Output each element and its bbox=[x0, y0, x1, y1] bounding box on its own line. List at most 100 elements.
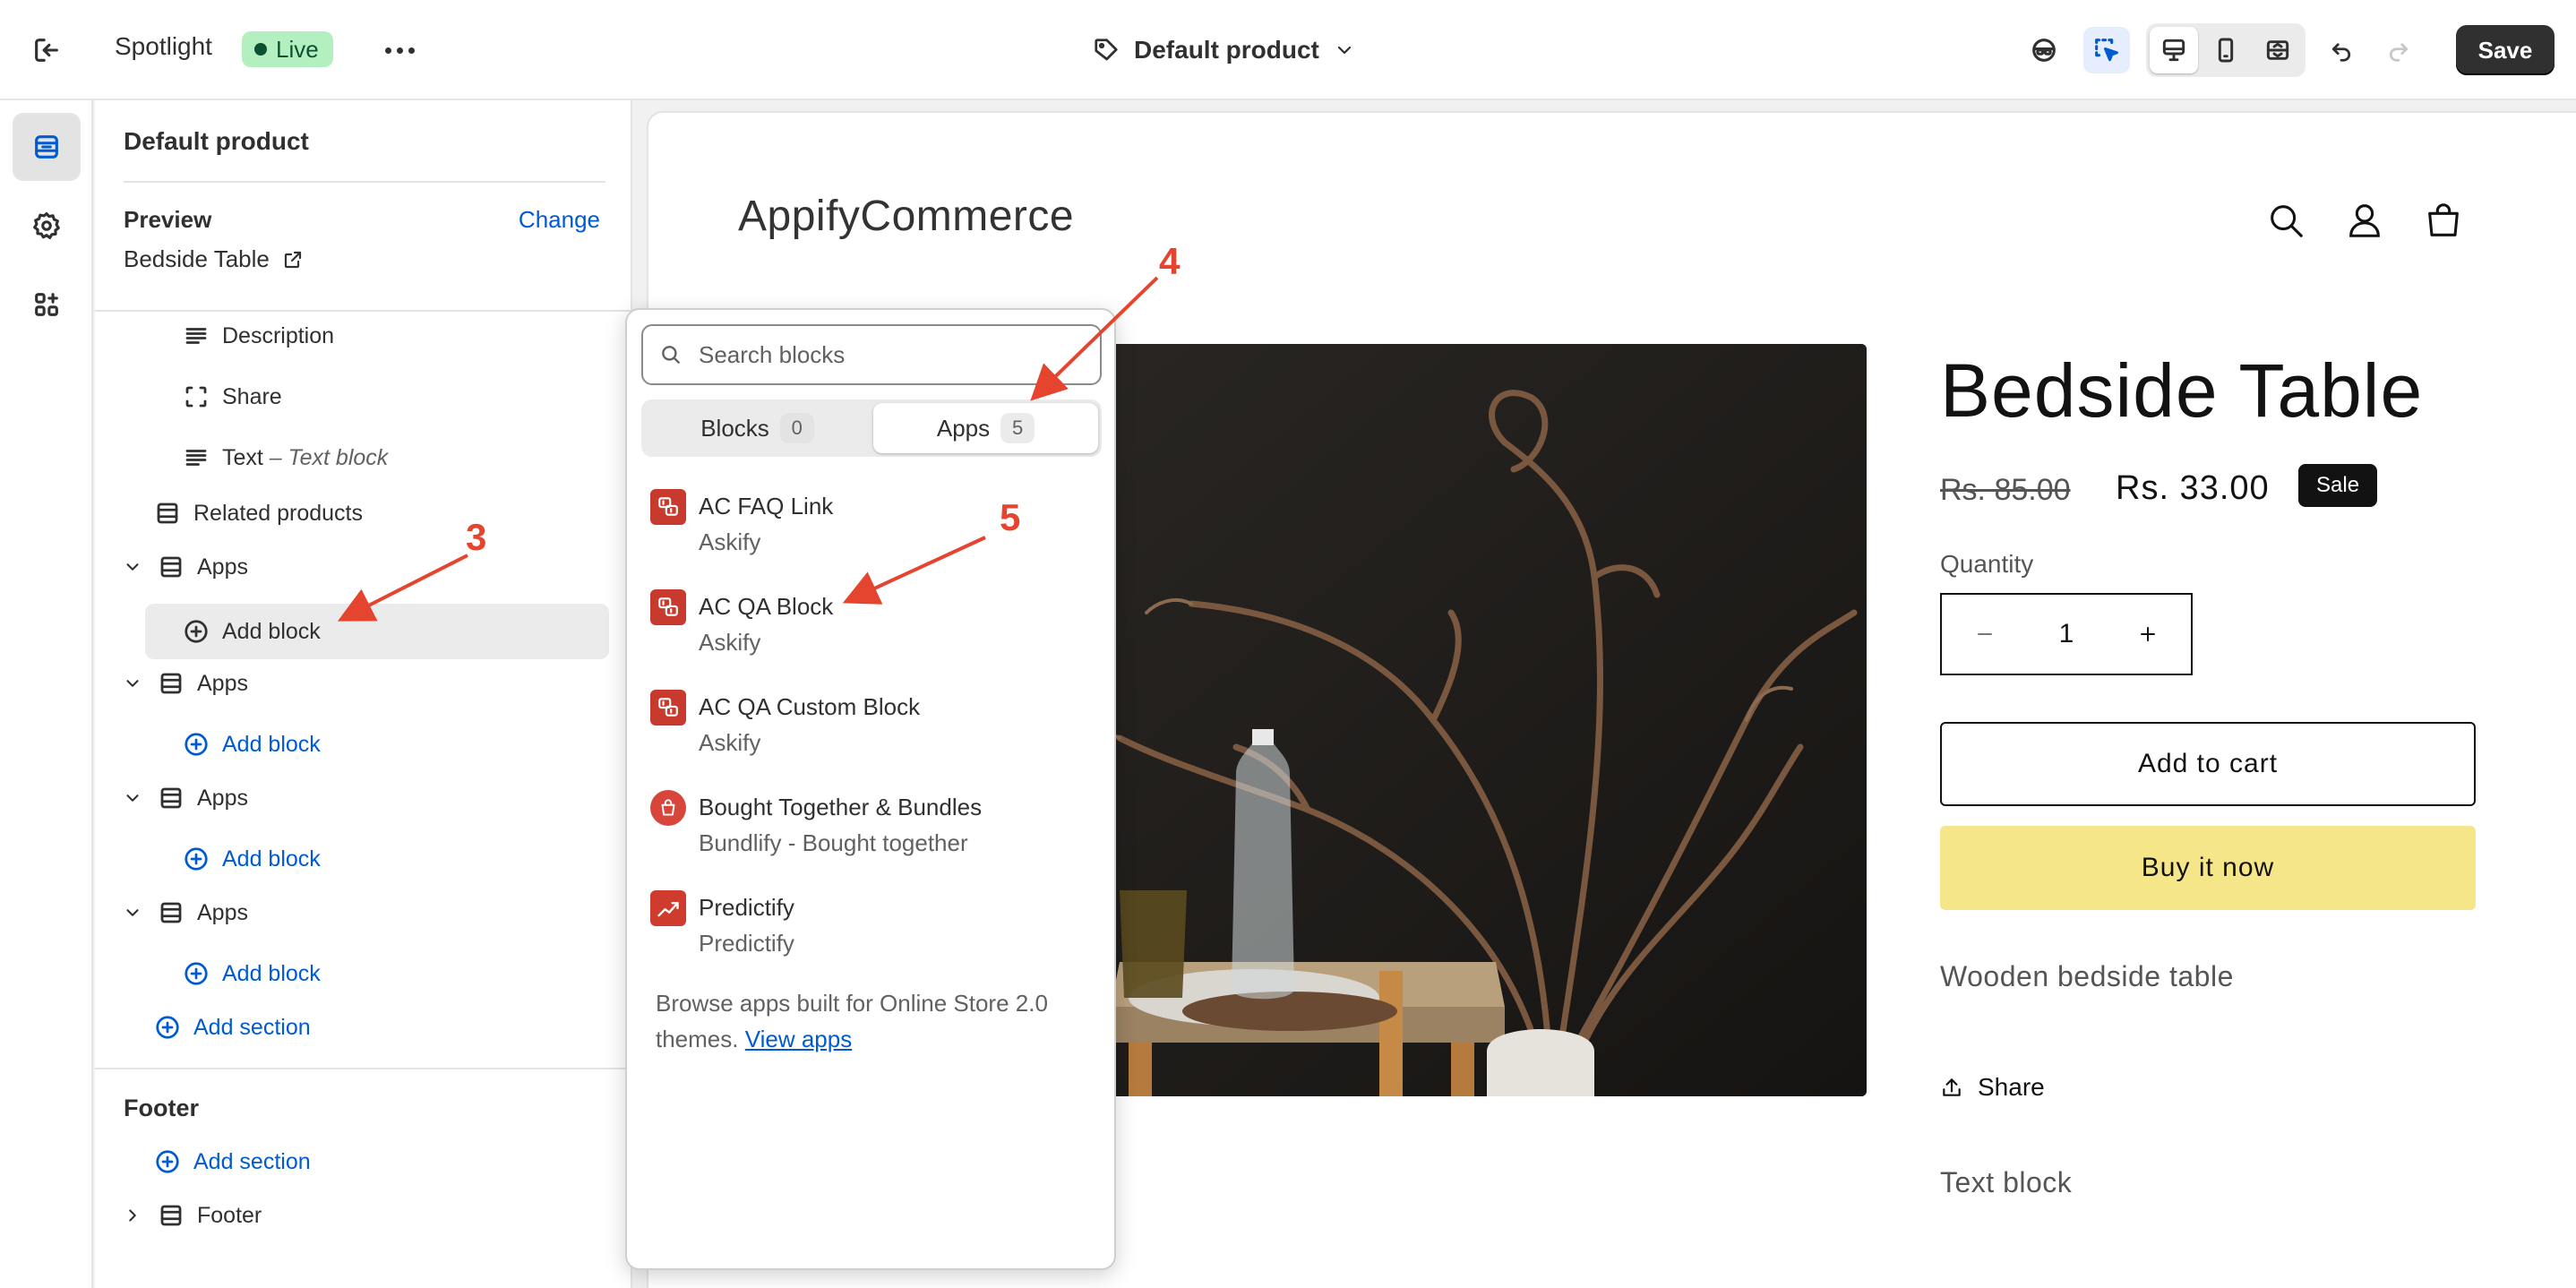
mobile-view-button[interactable] bbox=[2202, 27, 2250, 73]
chevron-down-icon[interactable] bbox=[120, 788, 145, 808]
chevron-down-icon[interactable] bbox=[120, 557, 145, 577]
chevron-down-icon bbox=[1334, 39, 1355, 61]
tree-item-description[interactable]: Description bbox=[183, 313, 334, 358]
product-text-block: Text block bbox=[1940, 1166, 2073, 1198]
quantity-value[interactable]: 1 bbox=[2059, 619, 2074, 649]
add-block-button[interactable]: Add block bbox=[183, 837, 321, 881]
tree-item-label: Share bbox=[222, 383, 282, 409]
tab-count-badge: 0 bbox=[779, 413, 814, 443]
account-icon[interactable] bbox=[2340, 195, 2390, 245]
plus-circle-icon bbox=[183, 731, 210, 758]
fullscreen-view-button[interactable] bbox=[2254, 27, 2302, 73]
app-block-name: AC FAQ Link bbox=[699, 493, 834, 519]
tree-item-label: Apps bbox=[197, 899, 248, 925]
store-logo[interactable]: AppifyCommerce bbox=[738, 192, 1074, 241]
tree-item-label: Apps bbox=[197, 785, 248, 811]
tree-section-apps[interactable]: Apps bbox=[120, 890, 248, 935]
app-block-item[interactable]: AC QA Block Askify bbox=[650, 589, 1098, 675]
tree-item-subtitle: Text block bbox=[288, 444, 389, 470]
tree-item-text[interactable]: Text – Text block bbox=[183, 435, 388, 480]
select-tool-button[interactable] bbox=[2083, 27, 2130, 73]
redo-button[interactable] bbox=[2375, 27, 2422, 73]
search-icon[interactable] bbox=[2261, 195, 2311, 245]
section-icon bbox=[158, 899, 185, 926]
app-embeds-nav-button[interactable] bbox=[13, 270, 81, 339]
tree-item-label: Description bbox=[222, 322, 335, 348]
plus-circle-icon bbox=[183, 960, 210, 987]
annotation-step-4: 4 bbox=[1159, 240, 1181, 282]
add-section-button[interactable]: Add section bbox=[154, 1005, 311, 1050]
askify-app-icon bbox=[650, 690, 686, 726]
app-block-item[interactable]: AC FAQ Link Askify bbox=[650, 489, 1098, 575]
tree-section-apps[interactable]: Apps bbox=[120, 776, 248, 820]
editor-topbar: Spotlight Live Default product Save bbox=[0, 0, 2576, 100]
sections-icon bbox=[31, 132, 62, 162]
select-cursor-icon bbox=[2091, 35, 2122, 65]
divider bbox=[124, 181, 605, 183]
text-lines-icon bbox=[183, 444, 210, 471]
share-button[interactable]: Share bbox=[1940, 1073, 2045, 1102]
more-actions-button[interactable] bbox=[380, 36, 419, 64]
bundlify-app-icon bbox=[650, 790, 686, 826]
add-block-button[interactable]: Add block bbox=[183, 951, 321, 996]
chevron-right-icon[interactable] bbox=[120, 1206, 145, 1225]
external-link-icon bbox=[282, 249, 304, 270]
tree-section-related-products[interactable]: Related products bbox=[154, 491, 363, 536]
app-block-vendor: Askify bbox=[699, 528, 761, 555]
undo-button[interactable] bbox=[2318, 27, 2365, 73]
search-blocks-field[interactable] bbox=[641, 324, 1102, 385]
tree-section-apps[interactable]: Apps bbox=[120, 545, 248, 589]
product-description: Wooden bedside table bbox=[1940, 960, 2234, 992]
exit-button[interactable] bbox=[27, 30, 66, 70]
tree-section-footer[interactable]: Footer bbox=[120, 1193, 262, 1238]
tab-apps[interactable]: Apps 5 bbox=[873, 403, 1098, 453]
app-block-item[interactable]: Bought Together & Bundles Bundlify - Bou… bbox=[650, 790, 1098, 876]
chevron-down-icon[interactable] bbox=[120, 674, 145, 693]
tree-section-apps[interactable]: Apps bbox=[120, 661, 248, 706]
inspector-button[interactable] bbox=[2021, 27, 2067, 73]
theme-settings-nav-button[interactable] bbox=[13, 192, 81, 260]
add-block-popover: Blocks 0 Apps 5 AC FAQ Link Askify AC QA… bbox=[625, 308, 1116, 1270]
app-block-name: Bought Together & Bundles bbox=[699, 794, 983, 820]
buy-it-now-button[interactable]: Buy it now bbox=[1940, 826, 2476, 910]
sections-nav-button[interactable] bbox=[13, 113, 81, 181]
app-block-item[interactable]: Predictify Predictify bbox=[650, 890, 1098, 976]
desktop-view-button[interactable] bbox=[2150, 27, 2198, 73]
cart-icon[interactable] bbox=[2418, 195, 2469, 245]
section-icon bbox=[158, 785, 185, 811]
sidebar-title: Default product bbox=[124, 127, 309, 155]
preview-product-link[interactable]: Bedside Table bbox=[124, 245, 304, 273]
chevron-down-icon[interactable] bbox=[120, 903, 145, 923]
change-preview-link[interactable]: Change bbox=[519, 206, 600, 234]
gear-icon bbox=[31, 210, 62, 241]
save-button[interactable]: Save bbox=[2456, 25, 2555, 75]
section-icon bbox=[158, 670, 185, 697]
tree-item-label: Related products bbox=[193, 500, 364, 526]
tab-label: Blocks bbox=[700, 414, 769, 442]
plus-circle-icon bbox=[154, 1148, 181, 1175]
block-picker-tabs: Blocks 0 Apps 5 bbox=[641, 399, 1102, 457]
view-apps-link[interactable]: View apps bbox=[745, 1026, 853, 1052]
plus-circle-icon bbox=[154, 1014, 181, 1041]
tab-blocks[interactable]: Blocks 0 bbox=[645, 403, 870, 453]
template-selector[interactable]: Default product bbox=[1093, 29, 1355, 72]
theme-name: Spotlight bbox=[115, 32, 212, 60]
preview-label: Preview bbox=[124, 206, 212, 233]
apps-icon bbox=[31, 289, 62, 320]
decrease-quantity-button[interactable] bbox=[1974, 623, 1996, 645]
footer-group-title: Footer bbox=[124, 1095, 199, 1121]
search-blocks-input[interactable] bbox=[699, 340, 1057, 369]
tree-item-share[interactable]: Share bbox=[183, 374, 282, 419]
annotation-step-3: 3 bbox=[466, 516, 487, 558]
add-to-cart-button[interactable]: Add to cart bbox=[1940, 722, 2476, 806]
add-block-button[interactable]: Add block bbox=[183, 722, 321, 767]
footer-add-section-button[interactable]: Add section bbox=[154, 1139, 311, 1184]
divider bbox=[95, 1068, 632, 1069]
add-block-button[interactable]: Add block bbox=[183, 609, 321, 654]
add-block-label: Add block bbox=[222, 618, 321, 644]
increase-quantity-button[interactable] bbox=[2137, 623, 2159, 645]
inspector-icon bbox=[2029, 35, 2059, 65]
plus-circle-icon bbox=[183, 618, 210, 645]
app-block-item[interactable]: AC QA Custom Block Askify bbox=[650, 690, 1098, 776]
tree-item-label: Footer bbox=[197, 1202, 262, 1228]
